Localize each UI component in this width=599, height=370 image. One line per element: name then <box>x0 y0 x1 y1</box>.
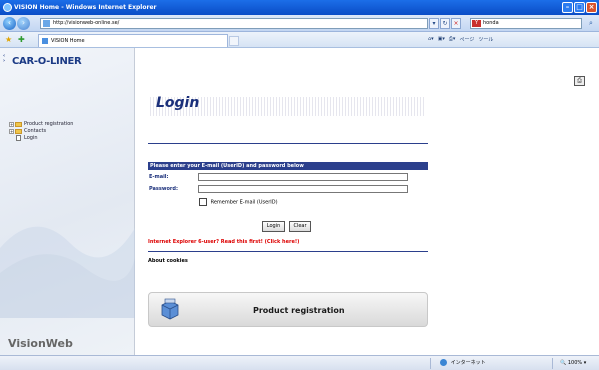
email-label: E-mail: <box>149 174 169 180</box>
divider <box>148 143 428 144</box>
tab-vision-home[interactable]: VISION Home <box>38 34 228 47</box>
maximize-button[interactable]: □ <box>574 2 585 13</box>
status-separator <box>552 358 553 369</box>
folder-icon <box>15 122 22 127</box>
page-title: Login <box>156 95 200 111</box>
car-o-liner-logo[interactable]: ‹ › CAR-O-LINER <box>3 53 82 68</box>
password-field[interactable] <box>198 185 408 193</box>
zone-label: インターネット <box>450 360 486 366</box>
tree-item-product-registration[interactable]: + Product registration <box>9 121 73 128</box>
remember-checkbox[interactable] <box>199 198 207 206</box>
expand-icon[interactable]: + <box>9 122 14 127</box>
product-registration-button[interactable]: Product registration <box>148 292 428 327</box>
home-icon[interactable]: ⌂▾ <box>428 36 434 43</box>
login-button[interactable]: Login <box>262 221 285 232</box>
email-row: E-mail: <box>148 173 428 182</box>
sidebar-background-waves <box>0 226 135 318</box>
remember-email-option[interactable]: Remember E-mail (UserID) <box>199 198 278 208</box>
logo-arrows-icon: ‹ › <box>3 53 5 64</box>
favorites-star-icon[interactable]: ★ <box>5 35 14 44</box>
email-field[interactable] <box>198 173 408 181</box>
print-page-icon[interactable]: ⎙ <box>574 76 585 86</box>
minimize-button[interactable]: – <box>562 2 573 13</box>
tab-label: VISION Home <box>51 38 85 44</box>
zoom-icon: 🔍 <box>560 360 567 366</box>
folder-icon <box>15 129 22 134</box>
nav-tree: + Product registration + Contacts Login <box>9 121 73 142</box>
zoom-text: 100% <box>567 360 583 366</box>
stop-button[interactable]: × <box>451 18 461 29</box>
page-icon <box>43 20 50 27</box>
tree-item-login[interactable]: Login <box>9 135 73 142</box>
visionweb-logo: VisionWeb <box>8 337 73 350</box>
tree-item-label: Contacts <box>24 128 47 134</box>
product-registration-label: Product registration <box>253 306 345 315</box>
product-box-icon <box>161 298 179 320</box>
password-label: Password: <box>149 186 178 192</box>
search-input[interactable]: Y honda <box>470 18 582 29</box>
back-button[interactable]: ‹ <box>3 17 16 30</box>
about-cookies-link[interactable]: About cookies <box>148 258 188 264</box>
window-title-bar: VISION Home - Windows Internet Explorer … <box>0 0 599 15</box>
form-header: Please enter your E-mail (UserID) and pa… <box>148 162 428 170</box>
forward-button[interactable]: › <box>17 17 30 30</box>
print-icon[interactable]: ⎙▾ <box>449 36 456 43</box>
security-zone: インターネット <box>440 356 486 370</box>
search-go-icon[interactable]: ⌕ <box>586 18 596 29</box>
page-menu[interactable]: ページ <box>459 36 474 43</box>
feeds-icon[interactable]: ▣▾ <box>438 36 445 43</box>
divider <box>148 251 428 252</box>
tree-item-contacts[interactable]: + Contacts <box>9 128 73 135</box>
status-separator <box>430 358 431 369</box>
tab-page-icon <box>42 38 48 44</box>
internet-zone-icon <box>440 359 447 366</box>
address-bar[interactable]: http://visionweb-online.se/ <box>40 18 428 29</box>
tools-menu[interactable]: ツール <box>478 36 493 43</box>
internet-explorer-icon <box>3 3 12 12</box>
page-content: ‹ › CAR-O-LINER + Product registration + … <box>0 48 599 355</box>
tree-item-label: Product registration <box>24 121 74 127</box>
window-title: VISION Home - Windows Internet Explorer <box>14 4 157 11</box>
remember-label: Remember E-mail (UserID) <box>210 199 278 206</box>
address-toolbar: ‹ › http://visionweb-online.se/ ▾ ↻ × Y … <box>0 15 599 32</box>
tree-item-label: Login <box>24 135 38 141</box>
status-bar: インターネット 🔍 100% ▾ <box>0 355 599 370</box>
password-row: Password: <box>148 185 428 194</box>
zoom-level[interactable]: 🔍 100% ▾ <box>560 356 586 370</box>
address-text: http://visionweb-online.se/ <box>53 20 120 26</box>
search-text: honda <box>483 20 499 26</box>
refresh-button[interactable]: ↻ <box>440 18 450 29</box>
clear-button[interactable]: Clear <box>289 221 311 232</box>
command-bar: ⌂▾ ▣▾ ⎙▾ ページ ツール <box>428 36 493 43</box>
ie6-warning-link[interactable]: Internet Explorer 6-user? Read this firs… <box>148 239 299 245</box>
search-provider-icon: Y <box>472 20 481 27</box>
add-favorites-icon[interactable]: ✚ <box>18 35 27 44</box>
new-tab-button[interactable] <box>229 36 239 46</box>
document-icon <box>16 135 21 141</box>
tab-bar: ★ ✚ VISION Home ⌂▾ ▣▾ ⎙▾ ページ ツール <box>0 32 599 48</box>
logo-text: CAR-O-LINER <box>12 56 82 67</box>
expand-icon[interactable]: + <box>9 129 14 134</box>
close-button[interactable]: × <box>586 2 597 13</box>
sidebar: ‹ › CAR-O-LINER + Product registration + … <box>0 48 135 355</box>
window-controls: – □ × <box>562 2 597 13</box>
address-dropdown-button[interactable]: ▾ <box>429 18 439 29</box>
